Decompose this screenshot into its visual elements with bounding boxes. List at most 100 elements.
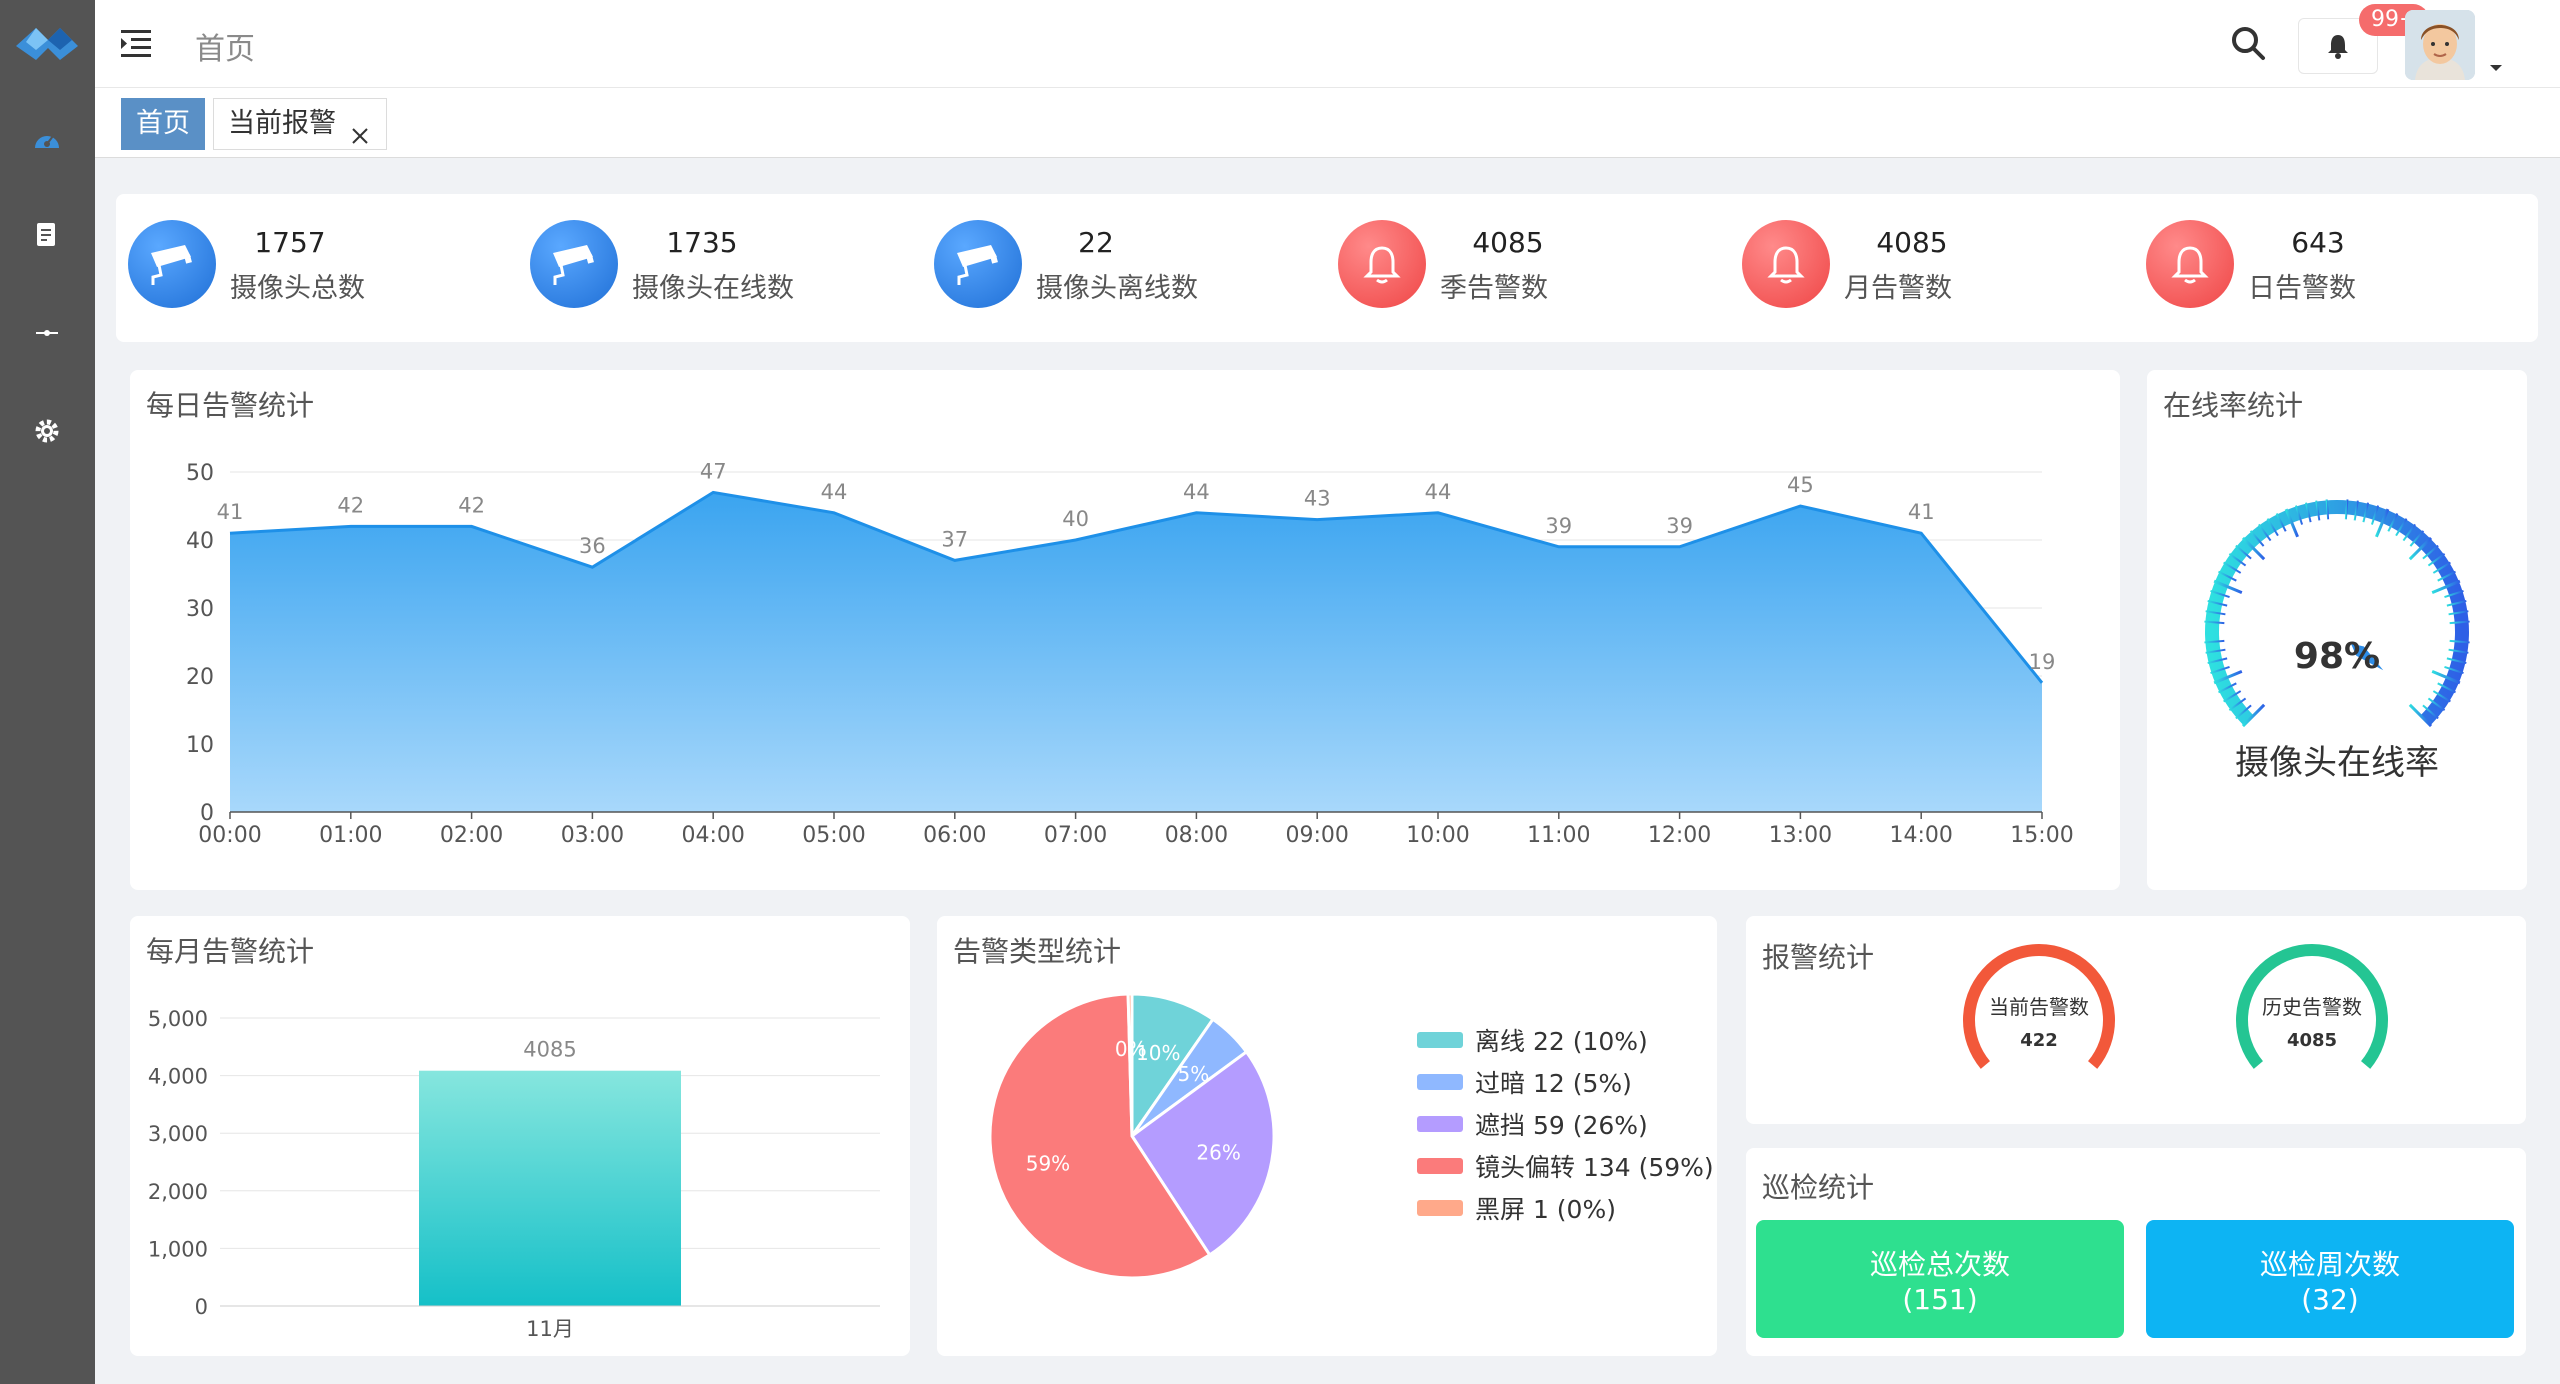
x-tick-label: 08:00	[1165, 823, 1228, 848]
online-rate-gauge: 98% 摄像头在线率	[2204, 499, 2470, 783]
y-tick-label: 0	[195, 1295, 208, 1319]
logo-icon[interactable]	[14, 20, 80, 66]
stat-item: 643 日告警数	[2134, 220, 2514, 316]
gauge-caption: 摄像头在线率	[2235, 743, 2439, 783]
patrol-total-count: (151)	[1902, 1282, 1978, 1316]
sidebar	[0, 0, 95, 1384]
tab-label: 当前报警	[228, 108, 336, 139]
patrol-stats-card: 巡检统计 巡检总次数 (151) 巡检周次数 (32)	[1746, 1148, 2526, 1356]
y-tick-label: 4,000	[148, 1065, 208, 1089]
data-label: 44	[1425, 480, 1452, 504]
legend-swatch	[1417, 1200, 1463, 1216]
slice-label: 59%	[1026, 1151, 1070, 1175]
stat-item: 1735 摄像头在线数	[518, 220, 898, 316]
ring-value: 422	[2020, 1030, 2058, 1051]
y-tick-label: 20	[186, 665, 214, 690]
search-icon[interactable]	[2227, 22, 2271, 66]
y-tick-label: 2,000	[148, 1180, 208, 1204]
x-tick-label: 14:00	[1889, 823, 1952, 848]
x-tick-label: 04:00	[681, 823, 744, 848]
patrol-total-button[interactable]: 巡检总次数 (151)	[1756, 1220, 2124, 1338]
bell-icon	[1742, 220, 1830, 308]
stat-item: 4085 月告警数	[1730, 220, 2110, 316]
legend-label: 黑屏 1 (0%)	[1475, 1195, 1616, 1224]
tab-bar: 首页 当前报警	[95, 88, 2560, 158]
y-tick-label: 10	[186, 733, 214, 758]
close-icon[interactable]	[350, 113, 370, 144]
data-label: 44	[1183, 480, 1210, 504]
top-header: 首页 99+	[95, 0, 2560, 88]
stat-value: 22	[1078, 226, 1114, 259]
tab-current-alarm[interactable]: 当前报警	[213, 98, 387, 150]
stat-label: 季告警数	[1440, 273, 1548, 304]
stat-value: 1735	[666, 226, 738, 259]
x-tick-label: 03:00	[561, 823, 624, 848]
stat-item: 22 摄像头离线数	[922, 220, 1302, 316]
slice-label: 0%	[1115, 1037, 1147, 1061]
breadcrumb[interactable]: 首页	[195, 24, 255, 68]
legend-swatch	[1417, 1032, 1463, 1048]
patrol-total-label: 巡检总次数	[1869, 1247, 2010, 1281]
menu-toggle-icon[interactable]	[121, 28, 153, 58]
x-tick-label: 11月	[526, 1317, 574, 1341]
camera-icon	[934, 220, 1022, 308]
dashboard-icon[interactable]	[30, 122, 64, 156]
legend-swatch	[1417, 1116, 1463, 1132]
data-label: 41	[1908, 500, 1935, 524]
x-tick-label: 00:00	[198, 823, 261, 848]
tab-home[interactable]: 首页	[121, 98, 205, 150]
legend-swatch	[1417, 1158, 1463, 1174]
settings-icon[interactable]	[30, 414, 64, 448]
legend-label: 遮挡 59 (26%)	[1475, 1111, 1648, 1140]
y-tick-label: 1,000	[148, 1237, 208, 1261]
alarm-type-card: 告警类型统计 10% 5% 26% 59% 0% 离线 22 (10%) 过暗 12 (5…	[937, 916, 1717, 1356]
stat-value: 4085	[1876, 226, 1948, 259]
document-icon[interactable]	[30, 218, 64, 252]
data-label: 4085	[523, 1038, 576, 1062]
y-tick-label: 40	[186, 529, 214, 554]
ring-label: 历史告警数	[2262, 995, 2362, 1019]
data-label: 37	[941, 527, 968, 551]
x-tick-label: 11:00	[1527, 823, 1590, 848]
data-label: 40	[1062, 507, 1089, 531]
stat-label: 月告警数	[1844, 273, 1952, 304]
x-tick-label: 05:00	[802, 823, 865, 848]
x-tick-label: 09:00	[1285, 823, 1348, 848]
patrol-stats-title: 巡检统计	[1762, 1171, 1875, 1204]
data-label: 39	[1666, 514, 1693, 538]
gauge-arc	[2205, 500, 2469, 726]
slice-label: 26%	[1196, 1141, 1240, 1165]
alarm-rings: 当前告警数 422 历史告警数 4085	[1963, 944, 2388, 1069]
y-tick-label: 5,000	[148, 1007, 208, 1031]
daily-alarm-card: 每日告警统计 0 10 20 30 40 50 00:00 01:00 02:00 03:00 04…	[130, 370, 2120, 890]
patrol-week-button[interactable]: 巡检周次数 (32)	[2146, 1220, 2514, 1338]
legend-swatch	[1417, 1074, 1463, 1090]
alarm-stats-card: 报警统计 当前告警数 422 历史告警数 4085	[1746, 916, 2526, 1124]
camera-icon	[128, 220, 216, 308]
data-label: 47	[700, 459, 727, 483]
bell-icon	[2328, 35, 2348, 59]
x-tick-label: 07:00	[1044, 823, 1107, 848]
x-tick-label: 01:00	[319, 823, 382, 848]
connection-icon[interactable]	[30, 316, 64, 350]
online-rate-card: 在线率统计 98% 摄像头在线率	[2147, 370, 2527, 890]
stat-value: 1757	[254, 226, 326, 259]
stat-value: 4085	[1472, 226, 1544, 259]
area-fill	[230, 492, 2042, 812]
monthly-alarm-chart: 0 1,000 2,000 3,000 4,000 5,000 4085 11月	[148, 1007, 880, 1341]
patrol-week-label: 巡检周次数	[2259, 1247, 2400, 1281]
data-label: 43	[1304, 487, 1331, 511]
x-tick-label: 02:00	[440, 823, 503, 848]
bell-icon	[2146, 220, 2234, 308]
daily-alarm-chart: 0102030405000:00 01:00 02:00 03:00 04:00 05:0…	[186, 459, 2074, 848]
chevron-down-icon[interactable]	[2489, 58, 2503, 71]
summary-stats-card: 1757 摄像头总数 1735 摄像头在线数 22 摄像头离线数 4085 季告警数 4085 月…	[116, 194, 2538, 342]
data-label: 36	[579, 534, 606, 558]
avatar[interactable]	[2405, 10, 2475, 80]
gauge-value: 98%	[2294, 636, 2380, 677]
ring-value: 4085	[2287, 1030, 2337, 1051]
stat-label: 摄像头离线数	[1036, 273, 1198, 304]
y-tick-label: 3,000	[148, 1122, 208, 1146]
x-tick-label: 12:00	[1648, 823, 1711, 848]
y-tick-label: 30	[186, 597, 214, 622]
